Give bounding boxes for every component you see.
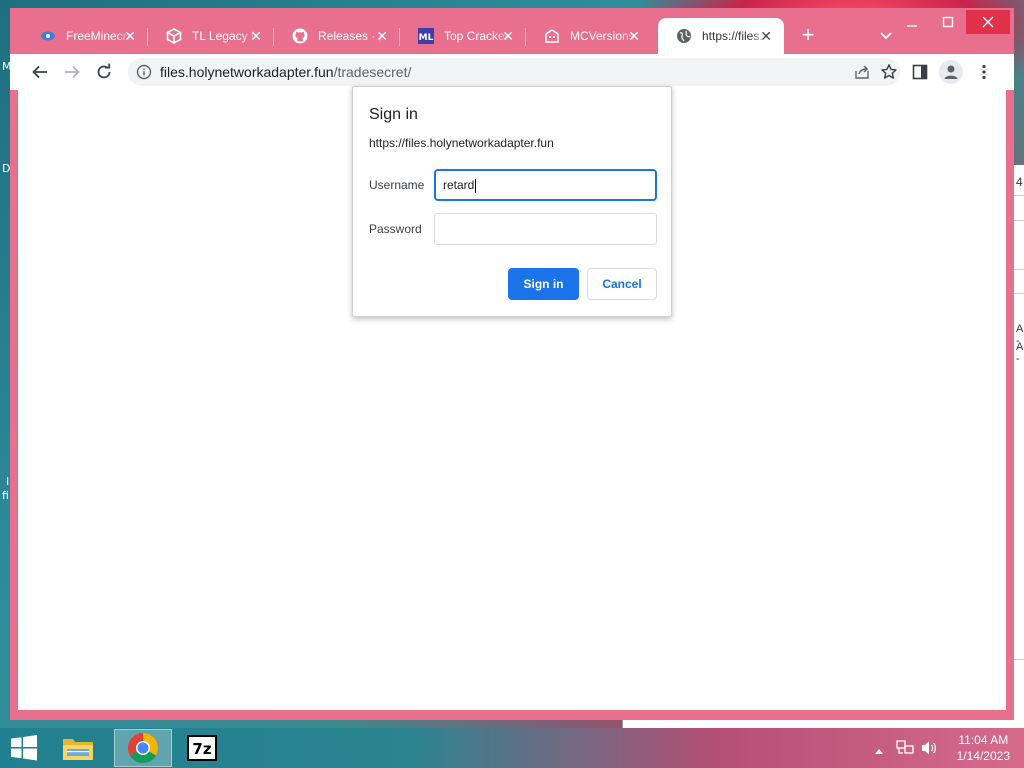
bookmark-star-icon[interactable]	[880, 63, 898, 86]
tab-title: https://files.	[702, 29, 763, 43]
forward-arrow-icon[interactable]	[60, 60, 84, 84]
dialog-origin: https://files.holynetworkadapter.fun	[369, 136, 554, 150]
background-window-text: A -	[1016, 341, 1023, 365]
close-tab-icon[interactable]: ✕	[628, 28, 640, 44]
back-arrow-icon[interactable]	[28, 60, 52, 84]
side-panel-icon[interactable]	[908, 60, 932, 84]
tab-active-files[interactable]: https://files. ✕	[658, 18, 784, 54]
windows-start-icon[interactable]	[4, 732, 44, 764]
close-tab-icon[interactable]: ✕	[502, 28, 514, 44]
divider	[1014, 220, 1024, 221]
minimize-icon[interactable]	[894, 10, 930, 34]
github-favicon-icon	[292, 28, 308, 44]
tab-title: FreeMinecraft	[66, 29, 132, 43]
divider	[1014, 195, 1024, 196]
7zip-icon[interactable]: 7z	[173, 729, 231, 767]
background-window[interactable]: 4 A - A -	[1013, 165, 1024, 725]
svg-text:7z: 7z	[192, 740, 211, 758]
system-clock[interactable]: 11:04 AM 1/14/2023	[957, 732, 1010, 764]
tab-title: Top Cracked	[444, 29, 510, 43]
tab-releases[interactable]: Releases · p ✕	[274, 18, 400, 54]
close-tab-icon[interactable]: ✕	[124, 28, 136, 44]
reload-icon[interactable]	[92, 60, 116, 84]
username-label: Username	[369, 178, 425, 192]
show-hidden-icons-icon[interactable]	[874, 742, 884, 760]
ml-favicon-icon: ML	[418, 28, 434, 44]
desktop-icon-label[interactable]: I	[6, 475, 9, 488]
close-tab-icon[interactable]: ✕	[760, 28, 772, 44]
tab-top-cracked[interactable]: ML Top Cracked ✕	[400, 18, 526, 54]
cancel-button[interactable]: Cancel	[587, 268, 657, 300]
browser-toolbar: files.holynetworkadapter.fun/tradesecret…	[10, 54, 1014, 90]
url-host: files.holynetworkadapter.fun	[160, 64, 334, 80]
maximize-icon[interactable]	[930, 10, 966, 34]
url-path: /tradesecret/	[333, 64, 412, 80]
background-window-text: 4	[1016, 175, 1023, 189]
taskbar: 7z 11:04 AM 1/14/2023	[0, 728, 1024, 768]
clock-time: 11:04 AM	[958, 733, 1009, 747]
username-value: retard	[443, 178, 475, 192]
text-caret	[475, 178, 477, 193]
divider	[1014, 269, 1024, 270]
close-tab-icon[interactable]: ✕	[250, 28, 262, 44]
window-close-icon[interactable]	[966, 10, 1010, 34]
divider	[1014, 659, 1024, 660]
tab-search-chevron-icon[interactable]	[876, 26, 896, 46]
tab-freeminecraft[interactable]: FreeMinecraft ✕	[22, 18, 148, 54]
username-field[interactable]: retard	[434, 169, 657, 201]
clock-date: 1/14/2023	[956, 749, 1010, 763]
file-explorer-icon[interactable]	[49, 729, 107, 767]
tab-tl-legacy[interactable]: TL Legacy for ✕	[148, 18, 274, 54]
mcversions-favicon-icon	[544, 28, 560, 44]
cube-favicon-icon	[166, 28, 182, 44]
tab-title: Releases · p	[318, 29, 384, 43]
desktop-icon-label[interactable]: fi	[2, 489, 9, 502]
new-tab-icon[interactable]: +	[796, 24, 820, 48]
dialog-title: Sign in	[369, 106, 418, 123]
tab-title: TL Legacy for	[192, 29, 258, 43]
tab-title: MCVersions	[570, 29, 635, 43]
divider	[1014, 293, 1024, 294]
url-text[interactable]: files.holynetworkadapter.fun/tradesecret…	[160, 64, 411, 80]
password-field[interactable]	[434, 213, 657, 245]
svg-text:ML: ML	[419, 33, 434, 43]
volume-icon[interactable]	[920, 740, 938, 761]
share-icon[interactable]	[854, 64, 870, 85]
tab-strip: FreeMinecraft ✕ TL Legacy for ✕ Releases…	[10, 8, 1014, 54]
password-label: Password	[369, 222, 422, 236]
site-info-icon[interactable]	[136, 64, 152, 80]
address-bar[interactable]: files.holynetworkadapter.fun/tradesecret…	[128, 58, 900, 86]
sign-in-dialog: Sign in https://files.holynetworkadapter…	[352, 86, 672, 317]
freeminecraft-favicon-icon	[40, 28, 56, 44]
tab-mcversions[interactable]: MCVersions ✕	[526, 18, 652, 54]
chrome-icon[interactable]	[114, 729, 172, 767]
globe-favicon-icon	[676, 28, 692, 44]
close-tab-icon[interactable]: ✕	[376, 28, 388, 44]
kebab-menu-icon[interactable]	[972, 60, 996, 84]
profile-avatar-icon[interactable]	[939, 60, 963, 84]
network-icon[interactable]	[896, 740, 914, 761]
sign-in-button[interactable]: Sign in	[508, 268, 579, 300]
